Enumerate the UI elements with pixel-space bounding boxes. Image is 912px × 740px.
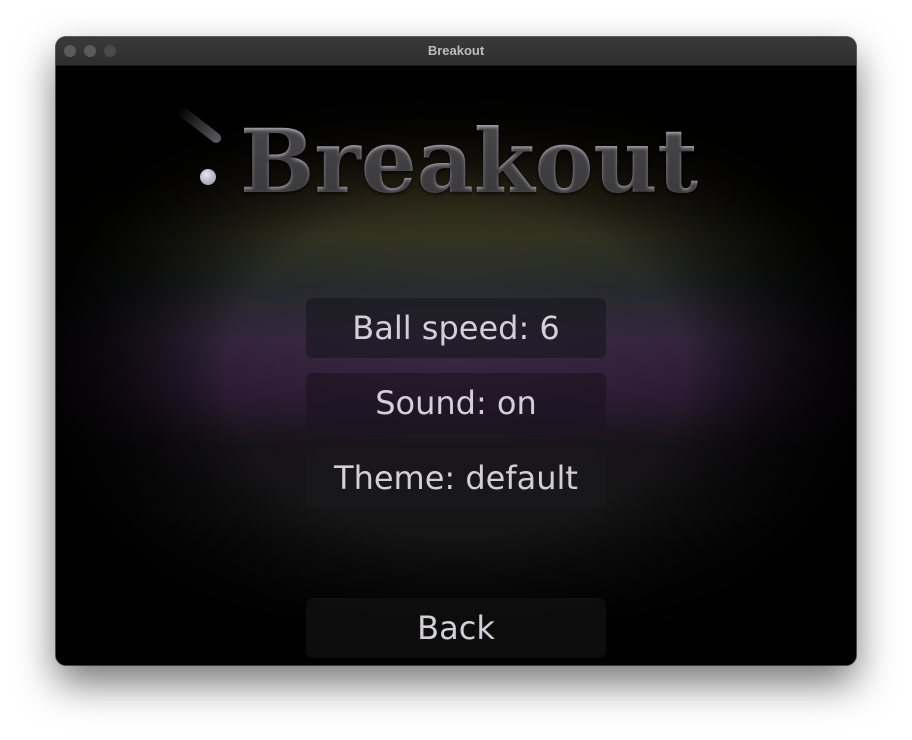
app-window: Breakout Breakout Ball speed: 6 Sound: o… — [56, 37, 856, 665]
game-canvas: Breakout Ball speed: 6 Sound: on Theme: … — [56, 66, 856, 665]
sound-toggle-button[interactable]: Sound: on — [306, 373, 606, 433]
logo-title: Breakout — [240, 106, 698, 216]
back-button[interactable]: Back — [306, 598, 606, 658]
ball-icon — [200, 169, 216, 185]
theme-button[interactable]: Theme: default — [306, 448, 606, 508]
ball-speed-button[interactable]: Ball speed: 6 — [306, 298, 606, 358]
window-title: Breakout — [427, 43, 485, 58]
title-bar[interactable]: Breakout — [56, 37, 856, 66]
game-logo: Breakout — [156, 105, 756, 216]
ball-trail — [175, 105, 224, 145]
